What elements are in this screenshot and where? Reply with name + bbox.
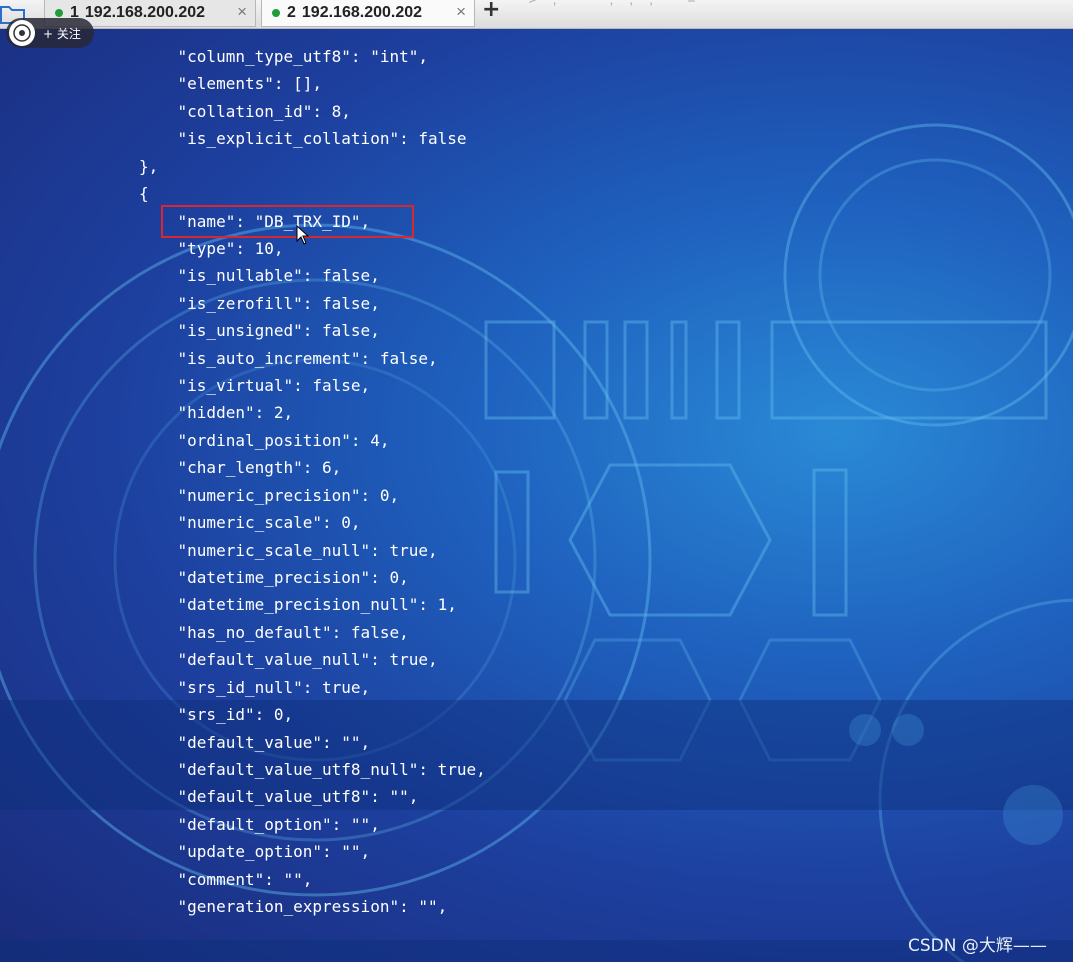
code-line: "is_explicit_collation": false xyxy=(139,129,467,148)
code-line: "numeric_scale_null": true, xyxy=(139,541,438,560)
watermark: CSDN @大辉—— xyxy=(908,936,1047,956)
code-line: "is_auto_increment": false, xyxy=(139,349,438,368)
tab-number: 2 xyxy=(287,4,296,21)
tab-session-2[interactable]: 2 192.168.200.202 × xyxy=(261,0,475,27)
code-line: "update_option": "", xyxy=(139,842,371,861)
code-line: "generation_expression": "", xyxy=(139,897,448,916)
code-line: }, xyxy=(139,157,159,176)
code-line: "comment": "", xyxy=(139,870,313,889)
code-line: "char_length": 6, xyxy=(139,458,342,477)
tab-bar-overflow-text: ' > , ' ' ; , ; ' = ' ' xyxy=(510,0,739,7)
code-line: "is_zerofill": false, xyxy=(139,294,380,313)
code-line: "collation_id": 8, xyxy=(139,102,351,121)
connection-status-dot xyxy=(55,9,63,17)
tab-bar: 1 192.168.200.202 × 2 192.168.200.202 × … xyxy=(0,0,1073,29)
code-line: "default_value": "", xyxy=(139,733,371,752)
code-line: "column_type_utf8": "int", xyxy=(139,47,428,66)
plus-icon[interactable]: + xyxy=(482,0,500,22)
code-line: "datetime_precision_null": 1, xyxy=(139,595,457,614)
avatar xyxy=(9,20,35,46)
tab-host: 192.168.200.202 xyxy=(301,4,423,21)
code-line: "default_value_utf8": "", xyxy=(139,787,419,806)
tab-host: 192.168.200.202 xyxy=(84,4,206,21)
code-line: "default_value_null": true, xyxy=(139,650,438,669)
mouse-cursor-icon xyxy=(296,225,310,245)
code-line: { xyxy=(139,184,149,203)
code-line: "ordinal_position": 4, xyxy=(139,431,390,450)
close-icon[interactable]: × xyxy=(456,2,466,22)
code-line: "datetime_precision": 0, xyxy=(139,568,409,587)
code-line: "type": 10, xyxy=(139,239,284,258)
connection-status-dot xyxy=(272,9,280,17)
code-line: "srs_id_null": true, xyxy=(139,678,371,697)
follow-button[interactable]: + 关注 xyxy=(6,18,94,48)
close-icon[interactable]: × xyxy=(237,2,247,22)
logo-icon xyxy=(13,24,31,42)
highlight-annotation xyxy=(161,205,414,238)
follow-label: + 关注 xyxy=(43,26,81,41)
code-line: "numeric_precision": 0, xyxy=(139,486,400,505)
code-line: "default_value_utf8_null": true, xyxy=(139,760,486,779)
code-line: "elements": [], xyxy=(139,74,323,93)
terminal-output: "column_type_utf8": "int", "elements": [… xyxy=(0,0,1073,962)
code-line: "has_no_default": false, xyxy=(139,623,409,642)
code-line: "default_option": "", xyxy=(139,815,380,834)
code-line: "is_nullable": false, xyxy=(139,266,380,285)
code-line: "is_virtual": false, xyxy=(139,376,371,395)
code-line: "srs_id": 0, xyxy=(139,705,294,724)
code-line: "hidden": 2, xyxy=(139,403,294,422)
code-line: "numeric_scale": 0, xyxy=(139,513,361,532)
code-line: "is_unsigned": false, xyxy=(139,321,380,340)
